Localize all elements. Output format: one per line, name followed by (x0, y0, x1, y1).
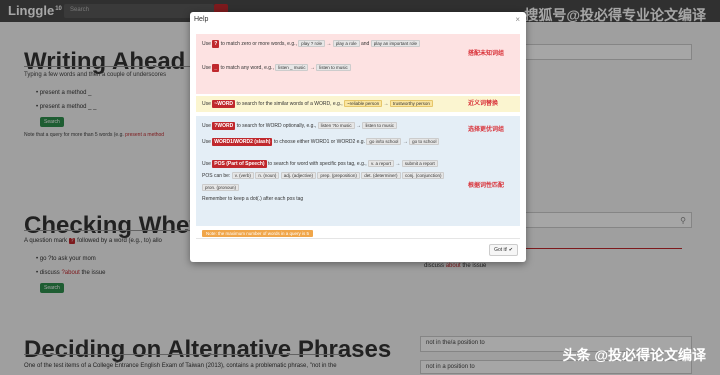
annotation: 近义词替换 (468, 101, 499, 107)
pos-list: POS can be: v. (verb) n. (noun) adj. (ad… (202, 172, 445, 179)
max-words-tip: Note: the maximum number of words in a q… (202, 230, 314, 237)
watermark-bottom: 头条 @投必得论文编译 (562, 347, 706, 363)
help-row-slash: Use WORD1/WORD2 (slash) to choose either… (202, 138, 440, 146)
help-row-optional: Use ?WORD to search for WORD optionally,… (202, 122, 397, 130)
modal-title: Help (194, 16, 209, 23)
annotation: 选择更优词组 (468, 127, 505, 133)
close-icon[interactable]: × (515, 15, 520, 24)
pos-list: pron. (pronoun) (202, 184, 240, 191)
help-row-question: Use ? to match zero or more words, e.g.,… (202, 40, 420, 48)
help-row-underscore: Use _ to match any word, e.g., listen _ … (202, 64, 351, 72)
help-row-similar: Use ~WORD to search for the similar word… (202, 100, 433, 108)
help-row-pos: Use POS (Part of Speech) to search for w… (202, 160, 438, 168)
annotation: 搭配未知词组 (468, 51, 505, 57)
annotation: 根据词性匹配 (468, 183, 505, 189)
help-modal: Help × Use ? to match zero or more words… (190, 12, 526, 262)
got-it-button[interactable]: Got it! ✔ (489, 244, 518, 256)
help-remember: Remember to keep a dot(.) after each pos… (202, 196, 304, 202)
divider (196, 238, 520, 239)
